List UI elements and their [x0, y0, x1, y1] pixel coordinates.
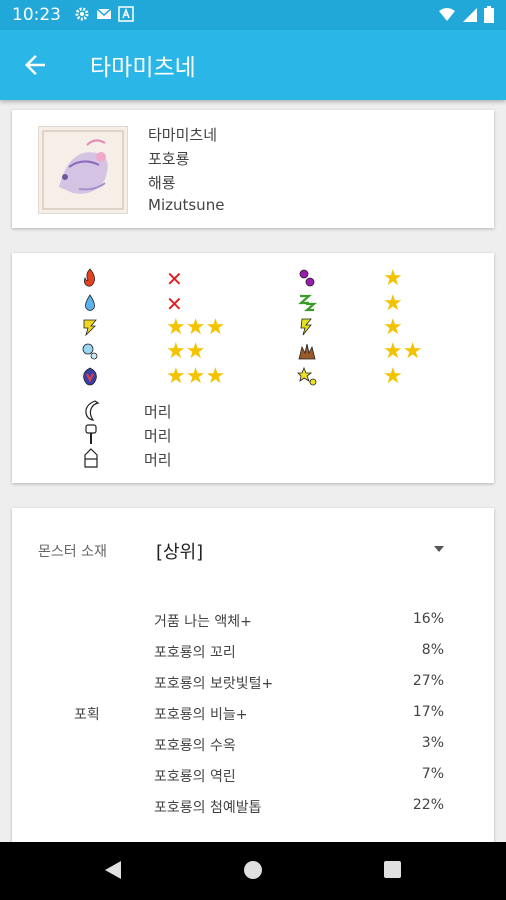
water-weakness-value: ✕	[166, 292, 183, 316]
sever-icon	[85, 400, 100, 421]
monster-info-card: 타마미츠네 포호룡 해룡 Mizutsune	[12, 110, 494, 228]
gear-icon	[75, 7, 89, 21]
sever-part-label: 머리	[144, 403, 172, 421]
rank-select[interactable]: [상위]	[156, 538, 203, 564]
battery-icon	[484, 6, 494, 23]
weakness-card: ✕ ✕ ★★★ ★★ ★★★ ★ ★ ★ ★★ ★ 머리 머리 머리	[12, 253, 494, 483]
chevron-down-icon[interactable]	[434, 546, 444, 552]
navigation-bar	[0, 842, 506, 900]
material-name: 포호룡의 꼬리	[154, 645, 236, 661]
stun-icon	[297, 366, 317, 386]
ice-icon	[82, 343, 98, 360]
material-name: 포호룡의 수옥	[154, 738, 236, 754]
blast-weakness-value: ★★	[383, 339, 423, 364]
fire-icon	[84, 268, 95, 287]
poison-weakness-value: ★	[383, 266, 403, 291]
nav-recent-apps-icon[interactable]	[384, 861, 401, 878]
material-name: 포호룡의 보랏빛털+	[154, 676, 274, 692]
app-a-icon	[118, 6, 134, 22]
status-time: 10:23	[12, 5, 61, 25]
material-rate: 22%	[412, 797, 444, 813]
shot-icon	[84, 448, 98, 468]
monster-image	[38, 126, 128, 214]
status-bar: 10:23	[0, 0, 506, 30]
poison-icon	[299, 269, 315, 287]
material-rate: 27%	[412, 673, 444, 689]
material-method: 포획	[74, 707, 100, 723]
stun-weakness-value: ★	[383, 364, 403, 389]
nav-home-icon[interactable]	[244, 861, 262, 879]
monster-name-en: Mizutsune	[148, 196, 225, 214]
nav-back-icon[interactable]	[104, 860, 122, 880]
material-rate: 3%	[421, 735, 444, 751]
materials-label: 몬스터 소재	[38, 544, 107, 560]
monster-class: 해룡	[148, 174, 176, 192]
materials-card: 몬스터 소재 [상위] 포획 거품 나는 액체+ 16% 포호룡의 꼬리 8% …	[12, 508, 494, 848]
paralysis-icon	[300, 318, 312, 336]
blunt-part-label: 머리	[144, 427, 172, 445]
sleep-icon	[298, 294, 317, 312]
material-name: 포호룡의 첨예발톱	[154, 800, 262, 816]
signal-icon	[463, 7, 477, 22]
shot-part-label: 머리	[144, 451, 172, 469]
dragon-icon	[83, 367, 97, 386]
status-notification-icons	[74, 6, 134, 22]
material-name: 거품 나는 액체+	[154, 614, 252, 630]
blunt-icon	[85, 424, 97, 444]
thunder-icon	[83, 319, 97, 337]
back-arrow-icon[interactable]	[20, 50, 50, 80]
ice-weakness-value: ★★	[166, 339, 206, 364]
sleep-weakness-value: ★	[383, 291, 403, 316]
mail-icon	[96, 8, 112, 19]
monster-nickname: 포호룡	[148, 150, 190, 168]
material-rate: 16%	[412, 611, 444, 627]
thunder-weakness-value: ★★★	[166, 315, 226, 340]
blast-icon	[298, 343, 316, 360]
fire-weakness-value: ✕	[166, 267, 183, 291]
page-title: 타마미츠네	[90, 55, 196, 81]
material-name: 포호룡의 역린	[154, 769, 236, 785]
material-rate: 8%	[421, 642, 444, 658]
paralysis-weakness-value: ★	[383, 315, 403, 340]
material-rate: 17%	[412, 704, 444, 720]
status-system-icons	[438, 6, 494, 23]
wifi-icon	[439, 7, 455, 21]
monster-name-kr: 타마미츠네	[148, 126, 218, 144]
material-name: 포호룡의 비늘+	[154, 707, 248, 723]
material-rate: 7%	[421, 766, 444, 782]
water-icon	[85, 294, 95, 311]
dragon-weakness-value: ★★★	[166, 364, 226, 389]
app-bar: 타마미츠네	[0, 30, 506, 100]
